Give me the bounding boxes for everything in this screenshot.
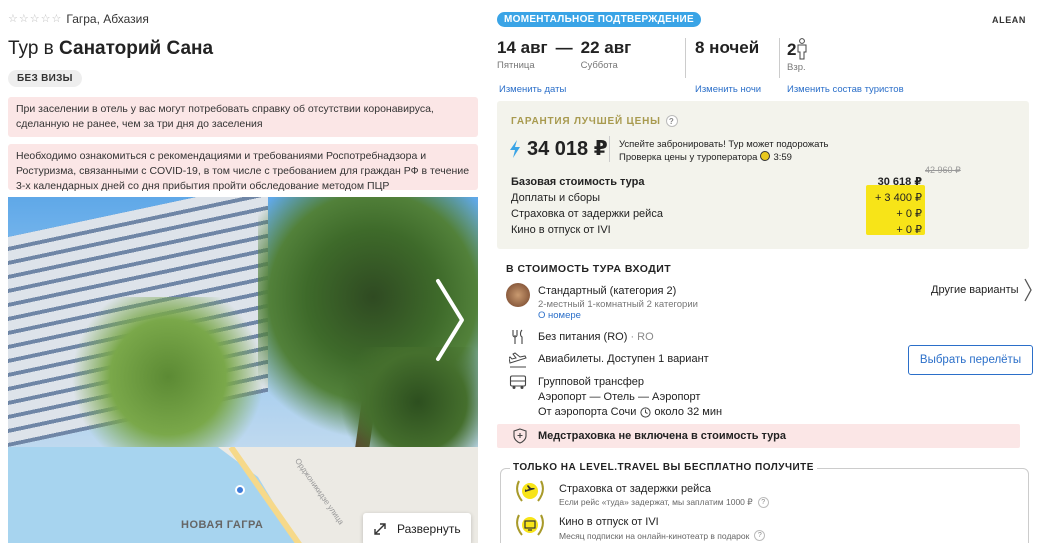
date-to-weekday: Суббота	[580, 60, 618, 71]
adult-person-icon	[797, 38, 807, 60]
operator-logo: ALEAN	[992, 15, 1026, 25]
price-check-label: Проверка цены у туроператора	[619, 152, 758, 163]
meal-plan-name: Без питания (RO)	[538, 331, 628, 343]
hotel-location: Гагра, Абхазия	[66, 12, 149, 26]
transfer-info: Групповой трансфер Аэропорт — Отель — Аэ…	[538, 375, 722, 420]
date-from-weekday: Пятница	[497, 60, 535, 71]
flight-delay-bonus-icon	[516, 480, 544, 502]
shield-icon	[513, 428, 527, 444]
price-breakdown: Базовая стоимость тура 30 618 ₽ Доплаты …	[511, 174, 925, 238]
room-description: 2-местный 1-комнатный 2 категории	[538, 299, 698, 310]
old-price: 42 960 ₽	[925, 165, 961, 175]
divider	[685, 38, 686, 78]
star-icon: ☆	[8, 12, 18, 25]
airplane-icon	[509, 352, 527, 368]
rospotrebnadzor-alert: Необходимо ознакомиться с рекомендациями…	[8, 144, 478, 192]
bonus-description: Месяц подписки на онлайн-кинотеатр в под…	[559, 530, 766, 541]
price-hurry-note: Успейте забронировать! Тур может подорож…	[619, 138, 829, 164]
bonus-name: Кино в отпуск от IVI	[559, 516, 659, 528]
change-nights-link[interactable]: Изменить ночи	[695, 84, 761, 95]
price-row: Доплаты и сборы + 3 400 ₽	[511, 192, 922, 204]
best-price-guarantee: ГАРАНТИЯ ЛУЧШЕЙ ЦЕНЫ ?	[511, 115, 678, 127]
expand-arrows-icon	[374, 523, 386, 535]
star-icon: ☆	[29, 12, 40, 25]
other-variants-link[interactable]: Другие варианты	[931, 284, 1019, 296]
star-icon: ☆	[18, 12, 29, 25]
chevron-right-icon[interactable]	[1023, 277, 1033, 303]
meal-plan-code: · RO	[630, 331, 654, 343]
hotel-stars: ☆ ☆ ☆ ☆ ☆	[8, 12, 62, 25]
hotel-column: ☆ ☆ ☆ ☆ ☆ Гагра, Абхазия Тур в Санаторий…	[8, 0, 478, 543]
nights-count: 8 ночей	[695, 38, 760, 57]
total-price: 34 018 ₽	[509, 136, 608, 161]
chevron-right-icon[interactable]	[430, 275, 470, 365]
tour-dates: 14 авг Пятница — 22 авг Суббота	[497, 38, 631, 78]
tourists-label: Взр.	[787, 62, 806, 73]
cinema-bonus-icon	[516, 514, 544, 536]
transfer-type: Групповой трансфер	[538, 376, 645, 388]
change-tourists-link[interactable]: Изменить состав туристов	[787, 84, 904, 95]
hotel-name: Санаторий Сана	[59, 38, 214, 59]
help-icon[interactable]: ?	[665, 115, 678, 127]
hotel-photo[interactable]	[8, 197, 478, 447]
meal-plan: Без питания (RO) · RO	[538, 330, 654, 345]
help-icon[interactable]: ?	[754, 530, 766, 541]
visa-badge: БЕЗ ВИЗЫ	[8, 70, 82, 87]
hotel-map[interactable]: Орджоникидзе улица НОВАЯ ГАГРА Развернут…	[8, 447, 478, 543]
change-dates-link[interactable]: Изменить даты	[499, 84, 566, 95]
booking-column: МОМЕНТАЛЬНОЕ ПОДТВЕРЖДЕНИЕ ALEAN 14 авг …	[497, 0, 1038, 543]
star-icon: ☆	[40, 12, 51, 25]
covid-certificate-alert: При заселении в отель у вас могут потреб…	[8, 97, 478, 137]
medical-insurance-text: Медстраховка не включена в стоимость тур…	[538, 430, 786, 442]
flights-info: Авиабилеты. Доступен 1 вариант	[538, 353, 709, 365]
free-bonuses-title: ТОЛЬКО НА LEVEL.TRAVEL ВЫ БЕСПЛАТНО ПОЛУ…	[510, 462, 817, 473]
tourists-summary: 2 Взр.	[787, 38, 808, 73]
about-room-link[interactable]: О номере	[538, 310, 581, 321]
bus-icon	[509, 375, 527, 389]
price-row: Кино в отпуск от IVI + 0 ₽	[511, 224, 922, 236]
expand-map-label: Развернуть	[397, 522, 461, 536]
room-name: Стандартный (категория 2)	[538, 285, 677, 297]
transfer-duration: От аэропорта Сочи около 32 мин	[538, 406, 723, 418]
date-dash: —	[555, 38, 573, 57]
divider	[779, 38, 780, 78]
best-price-label: ГАРАНТИЯ ЛУЧШЕЙ ЦЕНЫ	[511, 115, 661, 127]
map-pin-icon	[235, 485, 245, 495]
instant-confirmation-badge: МОМЕНТАЛЬНОЕ ПОДТВЕРЖДЕНИЕ	[497, 12, 702, 27]
map-town-label: НОВАЯ ГАГРА	[181, 519, 264, 531]
cutlery-icon	[512, 329, 523, 344]
price-check-line: Проверка цены у туроператора 3:59	[619, 151, 829, 164]
expand-map-button[interactable]: Развернуть	[363, 513, 471, 543]
bonus-description: Если рейс «туда» задержат, мы заплатим 1…	[559, 497, 769, 508]
price-row: Базовая стоимость тура 30 618 ₽	[511, 176, 922, 188]
included-section-title: В СТОИМОСТЬ ТУРА ВХОДИТ	[506, 263, 672, 275]
location-row: ☆ ☆ ☆ ☆ ☆ Гагра, Абхазия	[8, 12, 149, 26]
price-panel: ГАРАНТИЯ ЛУЧШЕЙ ЦЕНЫ ? 34 018 ₽ Успейте …	[497, 101, 1029, 249]
total-price-value: 34 018 ₽	[527, 138, 608, 160]
star-icon: ☆	[51, 12, 62, 25]
room-thumbnail[interactable]	[506, 283, 530, 307]
choose-flights-button[interactable]: Выбрать перелёты	[908, 345, 1033, 375]
medical-insurance-warning: Медстраховка не включена в стоимость тур…	[497, 424, 1020, 448]
lightning-icon	[510, 139, 520, 158]
transfer-route: Аэропорт — Отель — Аэропорт	[538, 391, 701, 403]
tourists-count: 2	[787, 40, 797, 59]
clock-icon	[760, 151, 771, 161]
title-prefix: Тур в	[8, 38, 54, 59]
help-icon[interactable]: ?	[757, 497, 769, 508]
page-title: Тур в Санаторий Сана	[8, 38, 213, 60]
date-to: 22 авг	[580, 38, 632, 57]
bonus-name: Страховка от задержки рейса	[559, 483, 711, 495]
map-street-label: Орджоникидзе улица	[293, 456, 346, 527]
price-row: Страховка от задержки рейса + 0 ₽	[511, 208, 922, 220]
free-bonuses-panel: ТОЛЬКО НА LEVEL.TRAVEL ВЫ БЕСПЛАТНО ПОЛУ…	[500, 462, 1029, 543]
price-check-timer: 3:59	[773, 152, 792, 163]
clock-icon	[640, 407, 651, 418]
date-from: 14 авг	[497, 38, 548, 57]
hurry-line: Успейте забронировать! Тур может подорож…	[619, 139, 829, 150]
